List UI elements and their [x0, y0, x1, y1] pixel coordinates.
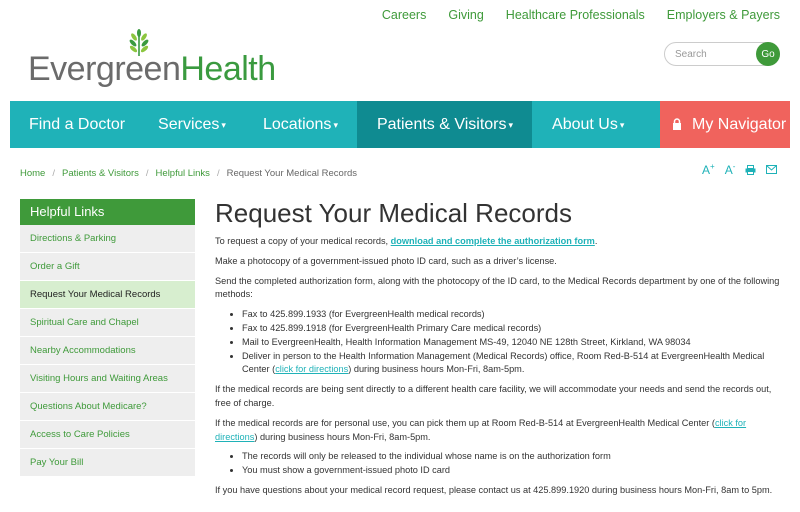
sidebar: Helpful Links Directions & Parking Order…	[20, 199, 195, 477]
list-item: Mail to EvergreenHealth, Health Informat…	[242, 336, 780, 350]
breadcrumb-patients-visitors[interactable]: Patients & Visitors	[62, 168, 139, 179]
sidebar-heading: Helpful Links	[20, 199, 195, 225]
nav-locations[interactable]: Locations ▾	[245, 101, 357, 148]
decrease-text-size-button[interactable]: A-	[725, 162, 736, 177]
breadcrumb-separator: /	[216, 168, 220, 179]
sidebar-item-directions-parking[interactable]: Directions & Parking	[20, 225, 195, 253]
chevron-down-icon: ▾	[333, 120, 338, 130]
photocopy-paragraph: Make a photocopy of a government-issued …	[215, 255, 557, 266]
page-tools: A+ A-	[702, 162, 778, 177]
nav-my-navigator[interactable]: My Navigator	[660, 101, 790, 148]
breadcrumb-home[interactable]: Home	[20, 168, 45, 179]
nav-about-us[interactable]: About Us ▾	[532, 101, 643, 148]
chevron-down-icon: ▾	[619, 120, 625, 130]
breadcrumb: Home / Patients & Visitors / Helpful Lin…	[20, 168, 357, 179]
personal-use-paragraph: If the medical records are for personal …	[215, 417, 747, 442]
main-content: Request Your Medical Records To request …	[215, 198, 780, 504]
breadcrumb-separator: /	[145, 168, 149, 179]
methods-list: Fax to 425.899.1933 (for EvergreenHealth…	[242, 308, 780, 377]
sidebar-item-medicare-questions[interactable]: Questions About Medicare?	[20, 393, 195, 421]
facility-paragraph: If the medical records are being sent di…	[215, 384, 772, 408]
sidebar-item-nearby-accommodations[interactable]: Nearby Accommodations	[20, 337, 195, 365]
list-item: Fax to 425.899.1933 (for EvergreenHealth…	[242, 308, 780, 322]
directions-link[interactable]: click for directions	[275, 364, 348, 374]
nav-services[interactable]: Services ▾	[144, 101, 245, 148]
breadcrumb-separator: /	[52, 168, 55, 179]
contact-paragraph: If you have questions about your medical…	[215, 484, 773, 495]
sidebar-item-visiting-hours[interactable]: Visiting Hours and Waiting Areas	[20, 365, 195, 393]
print-icon[interactable]	[745, 164, 756, 175]
sidebar-item-request-medical-records[interactable]: Request Your Medical Records	[20, 281, 195, 309]
send-methods-paragraph: Send the completed authorization form, a…	[215, 275, 780, 300]
sidebar-item-order-a-gift[interactable]: Order a Gift	[20, 253, 195, 281]
sidebar-item-access-to-care[interactable]: Access to Care Policies	[20, 421, 195, 449]
careers-link[interactable]: Careers	[382, 8, 426, 22]
utility-nav: Careers Giving Healthcare Professionals …	[382, 8, 780, 22]
intro-paragraph: To request a copy of your medical record…	[215, 236, 598, 246]
search-go-button[interactable]: Go	[756, 42, 780, 66]
search-input[interactable]	[675, 44, 757, 64]
increase-text-size-button[interactable]: A+	[702, 162, 715, 177]
evergreenhealth-logo[interactable]: EvergreenHealth	[28, 28, 276, 92]
email-icon[interactable]	[766, 165, 778, 174]
authorization-form-link[interactable]: download and complete the authorization …	[391, 236, 595, 246]
nav-patients-visitors[interactable]: Patients & Visitors ▾	[356, 101, 533, 148]
nav-find-a-doctor[interactable]: Find a Doctor	[10, 101, 144, 148]
search-box: Go	[664, 42, 780, 66]
list-item: The records will only be released to the…	[242, 450, 780, 464]
sidebar-item-spiritual-care[interactable]: Spiritual Care and Chapel	[20, 309, 195, 337]
healthcare-professionals-link[interactable]: Healthcare Professionals	[506, 8, 645, 22]
sidebar-item-pay-your-bill[interactable]: Pay Your Bill	[20, 449, 195, 477]
main-nav: Find a Doctor Services ▾ Locations ▾ Patie…	[10, 101, 790, 148]
employers-payers-link[interactable]: Employers & Payers	[667, 8, 780, 22]
notes-list: The records will only be released to the…	[242, 450, 780, 478]
breadcrumb-current: Request Your Medical Records	[226, 168, 358, 179]
chevron-down-icon: ▾	[508, 120, 514, 130]
list-item: Fax to 425.899.1918 (for EvergreenHealth…	[242, 322, 780, 336]
breadcrumb-helpful-links[interactable]: Helpful Links	[156, 168, 210, 179]
logo-wordmark: EvergreenHealth	[28, 50, 276, 88]
list-item: Deliver in person to the Health Informat…	[242, 350, 780, 378]
page-title: Request Your Medical Records	[215, 198, 572, 228]
lock-icon	[673, 117, 681, 130]
giving-link[interactable]: Giving	[448, 8, 483, 22]
list-item: You must show a government-issued photo …	[242, 464, 780, 478]
chevron-down-icon: ▾	[221, 120, 226, 130]
